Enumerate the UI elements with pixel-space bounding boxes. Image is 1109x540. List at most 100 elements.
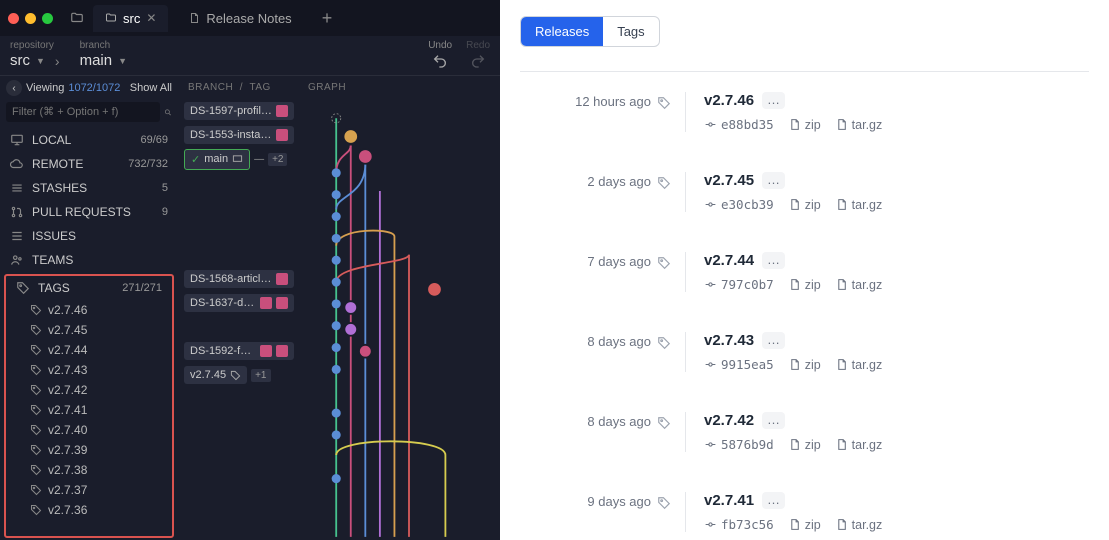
download-targz[interactable]: tar.gz xyxy=(835,437,883,452)
release-title[interactable]: v2.7.44 xyxy=(704,252,754,269)
download-zip[interactable]: zip xyxy=(788,277,821,292)
sidebar-section-pull-requests[interactable]: PULL REQUESTS 9 xyxy=(0,200,178,224)
badge-icon xyxy=(260,345,272,357)
commit-link[interactable]: 5876b9d xyxy=(704,437,774,452)
zoom-window-dot[interactable] xyxy=(42,13,53,24)
sidebar-section-stashes[interactable]: STASHES 5 xyxy=(0,176,178,200)
filter-input[interactable] xyxy=(6,102,160,122)
download-targz[interactable]: tar.gz xyxy=(835,197,883,212)
commit-link[interactable]: 797c0b7 xyxy=(704,277,774,292)
tag-icon xyxy=(30,324,42,336)
kebab-menu[interactable]: … xyxy=(762,92,785,109)
tag-item[interactable]: v2.7.36 xyxy=(6,500,172,520)
commit-link[interactable]: fb73c56 xyxy=(704,517,774,532)
download-zip[interactable]: zip xyxy=(788,197,821,212)
minimize-window-dot[interactable] xyxy=(25,13,36,24)
kebab-menu[interactable]: … xyxy=(762,412,785,429)
commit-link[interactable]: e30cb39 xyxy=(704,197,774,212)
close-icon[interactable]: ✕ xyxy=(146,11,156,25)
commit-sha: e88bd35 xyxy=(721,117,774,132)
tag-label: v2.7.43 xyxy=(48,363,87,377)
close-window-dot[interactable] xyxy=(8,13,19,24)
tag-item[interactable]: v2.7.44 xyxy=(6,340,172,360)
sidebar-section-tags[interactable]: TAGS 271/271 xyxy=(6,276,172,300)
tag-item[interactable]: v2.7.37 xyxy=(6,480,172,500)
undo-button[interactable]: Undo xyxy=(428,40,452,69)
kebab-menu[interactable]: … xyxy=(762,492,785,509)
commit-graph[interactable] xyxy=(318,106,500,540)
tag-label: v2.7.46 xyxy=(48,303,87,317)
badge-icon xyxy=(260,297,272,309)
nav-forward-icon[interactable]: › xyxy=(55,53,60,69)
sidebar-section-remote[interactable]: REMOTE 732/732 xyxy=(0,152,178,176)
commit-link[interactable]: 9915ea5 xyxy=(704,357,774,372)
branch-selector[interactable]: branch main▼ xyxy=(80,40,127,69)
release-title[interactable]: v2.7.46 xyxy=(704,92,754,109)
tag-item[interactable]: v2.7.43 xyxy=(6,360,172,380)
zip-label: zip xyxy=(805,278,821,292)
tag-item[interactable]: v2.7.38 xyxy=(6,460,172,480)
kebab-menu[interactable]: … xyxy=(762,332,785,349)
download-zip[interactable]: zip xyxy=(788,517,821,532)
commit-link[interactable]: e88bd35 xyxy=(704,117,774,132)
repository-selector[interactable]: repository src▼› xyxy=(10,40,60,69)
tag-item[interactable]: v2.7.39 xyxy=(6,440,172,460)
branch-chip[interactable]: DS-1637-dynam... xyxy=(184,294,294,312)
download-targz[interactable]: tar.gz xyxy=(835,117,883,132)
segment-releases[interactable]: Releases xyxy=(521,17,603,46)
kebab-menu[interactable]: … xyxy=(762,172,785,189)
show-all-link[interactable]: Show All xyxy=(130,82,172,94)
download-targz[interactable]: tar.gz xyxy=(835,357,883,372)
section-count: 69/69 xyxy=(140,134,168,146)
branch-chip-main[interactable]: ✓main xyxy=(184,149,250,170)
badge-icon xyxy=(276,129,288,141)
download-zip[interactable]: zip xyxy=(788,357,821,372)
sidebar-section-teams[interactable]: TEAMS xyxy=(0,248,178,272)
branch-label: branch xyxy=(80,40,127,51)
tag-chip[interactable]: v2.7.45 xyxy=(184,366,247,384)
redo-button[interactable]: Redo xyxy=(466,40,490,69)
new-tab-button[interactable]: + xyxy=(312,8,343,29)
tag-item[interactable]: v2.7.46 xyxy=(6,300,172,320)
folder-icon[interactable] xyxy=(69,11,85,25)
sidebar-section-issues[interactable]: ISSUES xyxy=(0,224,178,248)
tag-icon xyxy=(657,336,671,350)
tag-icon xyxy=(30,384,42,396)
targz-label: tar.gz xyxy=(852,278,883,292)
section-count: 5 xyxy=(162,182,168,194)
download-targz[interactable]: tar.gz xyxy=(835,517,883,532)
release-title[interactable]: v2.7.45 xyxy=(704,172,754,189)
back-icon[interactable]: ‹ xyxy=(6,80,22,96)
tag-item[interactable]: v2.7.42 xyxy=(6,380,172,400)
search-icon[interactable] xyxy=(164,106,172,119)
segment-tags[interactable]: Tags xyxy=(603,17,658,46)
release-title[interactable]: v2.7.43 xyxy=(704,332,754,349)
branch-chip[interactable]: DS-1597-profile-ca... xyxy=(184,102,294,120)
sidebar-section-local[interactable]: LOCAL 69/69 xyxy=(0,128,178,152)
branch-chip[interactable]: DS-1553-instagra... xyxy=(184,126,294,144)
commit-icon xyxy=(704,358,717,371)
download-zip[interactable]: zip xyxy=(788,437,821,452)
branch-chip[interactable]: DS-1568-article-ch... xyxy=(184,270,294,288)
tag-label: v2.7.36 xyxy=(48,503,87,517)
tab-src[interactable]: src ✕ xyxy=(93,5,168,32)
tag-item[interactable]: v2.7.45 xyxy=(6,320,172,340)
commit-sha: 5876b9d xyxy=(721,437,774,452)
tag-item[interactable]: v2.7.40 xyxy=(6,420,172,440)
tag-item[interactable]: v2.7.41 xyxy=(6,400,172,420)
release-title[interactable]: v2.7.41 xyxy=(704,492,754,509)
download-targz[interactable]: tar.gz xyxy=(835,277,883,292)
download-zip[interactable]: zip xyxy=(788,117,821,132)
release-time: 8 days ago xyxy=(520,412,685,452)
kebab-menu[interactable]: … xyxy=(762,252,785,269)
branch-chip[interactable]: DS-1592-faculty-... xyxy=(184,342,294,360)
viewing-label: Viewing xyxy=(26,82,64,94)
tags-icon xyxy=(16,281,30,295)
release-title[interactable]: v2.7.42 xyxy=(704,412,754,429)
commit-icon xyxy=(704,198,717,211)
zip-icon xyxy=(788,198,801,211)
stash-icon xyxy=(10,181,24,195)
release-row: 8 days ago v2.7.42 … 5876b9d zip tar.gz xyxy=(520,392,1089,472)
release-row: 9 days agov2.7.41…fb73c56ziptar.gz xyxy=(520,472,1089,540)
tab-release-notes[interactable]: Release Notes xyxy=(176,5,303,32)
